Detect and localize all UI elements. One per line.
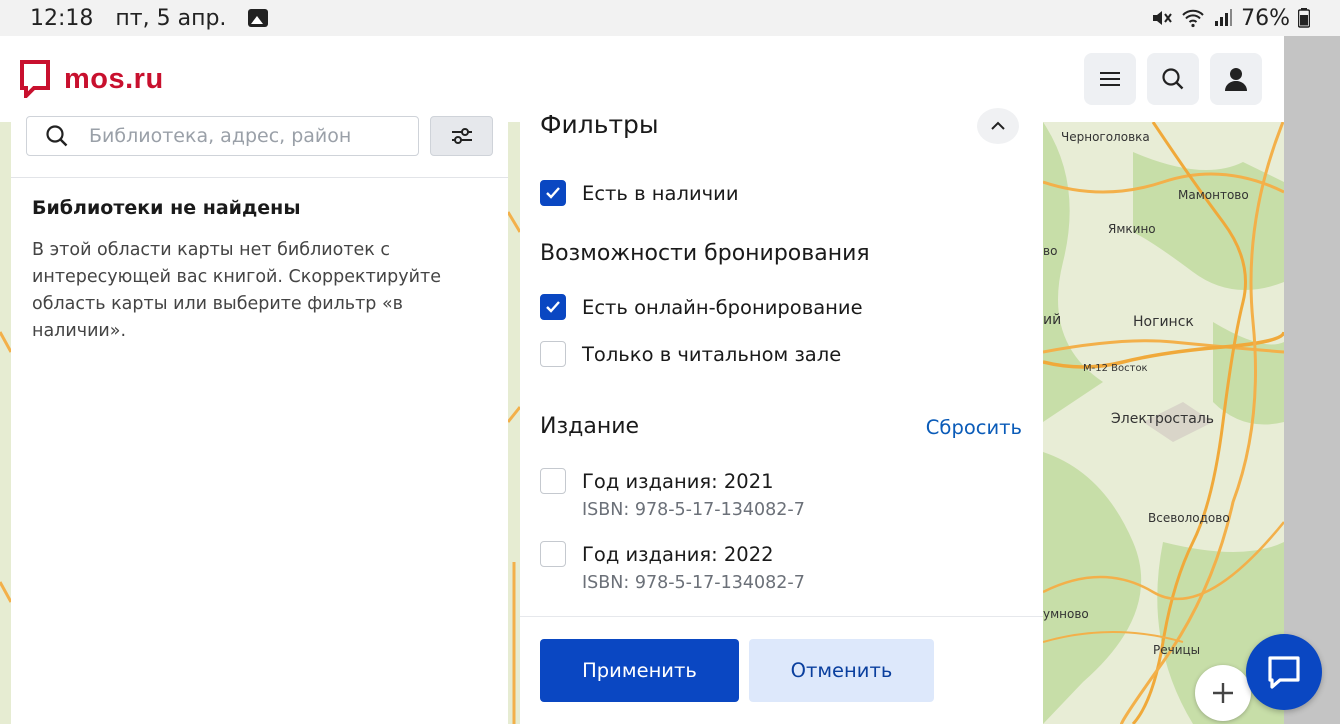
map-label-mamontovo: Мамонтово (1178, 188, 1249, 202)
library-search-input[interactable] (89, 125, 389, 147)
apply-button[interactable]: Применить (540, 639, 739, 702)
plus-icon (1213, 683, 1233, 703)
reading-room-label: Только в читальном зале (582, 342, 842, 366)
map-label-elektrostal: Электросталь (1111, 411, 1215, 427)
library-results-panel: Библиотеки не найдены В этой области кар… (11, 116, 508, 724)
logo-text: mos.ru (64, 62, 164, 95)
menu-button[interactable] (1084, 53, 1136, 105)
map-label-vo-top: во (1043, 244, 1058, 258)
gallery-icon (248, 9, 269, 27)
in-stock-label: Есть в наличии (582, 181, 739, 205)
reset-edition-link[interactable]: Сбросить (926, 416, 1022, 439)
map-label-iy-left: ий (1043, 312, 1062, 328)
header-search-button[interactable] (1147, 53, 1199, 105)
search-row (11, 116, 508, 178)
sliders-icon (451, 128, 472, 144)
map-label-m12: М-12 Восток (1083, 363, 1148, 374)
edition-2021-checkbox[interactable] (540, 468, 566, 494)
filter-edition-2021[interactable]: Год издания: 2021 (540, 468, 774, 494)
search-icon (46, 125, 68, 147)
edition-2021-label: Год издания: 2021 (582, 469, 774, 493)
map-label-yamkino: Ямкино (1108, 222, 1156, 236)
filters-panel: Фильтры Есть в наличии Возможности брони… (520, 108, 1043, 724)
map-zoom-in-button[interactable] (1195, 665, 1251, 721)
edition-2022-label: Год издания: 2022 (582, 542, 774, 566)
edition-section-title: Издание (540, 414, 640, 439)
search-icon (1162, 68, 1184, 90)
status-bar: 12:18 пт, 5 апр. 76% (0, 0, 1340, 36)
library-search-box[interactable] (26, 116, 419, 156)
map-label-chernogolovka: Черноголовка (1061, 130, 1150, 144)
wifi-icon (1182, 9, 1204, 28)
map-view[interactable]: Черноголовка Мамонтово Ямкино во Ногинск… (1043, 122, 1284, 724)
edition-2022-isbn: ISBN: 978-5-17-134082-7 (582, 573, 805, 593)
edition-2022-checkbox[interactable] (540, 541, 566, 567)
menu-icon (1100, 72, 1120, 86)
check-icon (546, 187, 560, 199)
map-label-umnovo: умново (1043, 607, 1089, 621)
user-button[interactable] (1210, 53, 1262, 105)
edition-2021-isbn: ISBN: 978-5-17-134082-7 (582, 500, 805, 520)
signal-icon (1215, 9, 1233, 26)
map-label-vsevolodovo: Всеволодово (1148, 511, 1230, 525)
collapse-filters-button[interactable] (977, 108, 1019, 144)
filter-reading-room[interactable]: Только в читальном зале (540, 341, 841, 367)
site-logo[interactable]: mos.ru (20, 60, 164, 98)
online-booking-checkbox[interactable] (540, 294, 566, 320)
chat-button[interactable] (1246, 634, 1322, 710)
filter-in-stock[interactable]: Есть в наличии (540, 180, 739, 206)
chat-icon (1268, 656, 1300, 689)
filters-footer: Применить Отменить (520, 616, 1043, 724)
filters-title: Фильтры (540, 110, 659, 139)
logo-icon (20, 60, 50, 98)
status-time: 12:18 (30, 5, 94, 31)
no-results-message: В этой области карты нет библиотек с инт… (32, 240, 441, 341)
reading-room-checkbox[interactable] (540, 341, 566, 367)
battery-percent: 76% (1241, 5, 1290, 31)
cancel-button[interactable]: Отменить (749, 639, 934, 702)
in-stock-checkbox[interactable] (540, 180, 566, 206)
online-booking-label: Есть онлайн-бронирование (582, 295, 863, 319)
side-gutter (1284, 36, 1340, 724)
mute-icon (1153, 11, 1172, 25)
no-results-title: Библиотеки не найдены (32, 197, 301, 219)
check-icon (546, 301, 560, 313)
filter-online-booking[interactable]: Есть онлайн-бронирование (540, 294, 863, 320)
filter-toggle-button[interactable] (430, 116, 493, 156)
map-label-noginsk: Ногинск (1133, 314, 1194, 330)
filter-edition-2022[interactable]: Год издания: 2022 (540, 541, 774, 567)
user-icon (1225, 68, 1247, 91)
map-edge-middle[interactable] (508, 122, 520, 724)
map-label-rechitsy: Речицы (1153, 643, 1201, 657)
booking-section-title: Возможности бронирования (540, 241, 870, 266)
map-edge-left[interactable] (0, 122, 11, 724)
status-date: пт, 5 апр. (115, 5, 227, 31)
chevron-up-icon (991, 121, 1005, 130)
battery-icon (1298, 8, 1310, 28)
